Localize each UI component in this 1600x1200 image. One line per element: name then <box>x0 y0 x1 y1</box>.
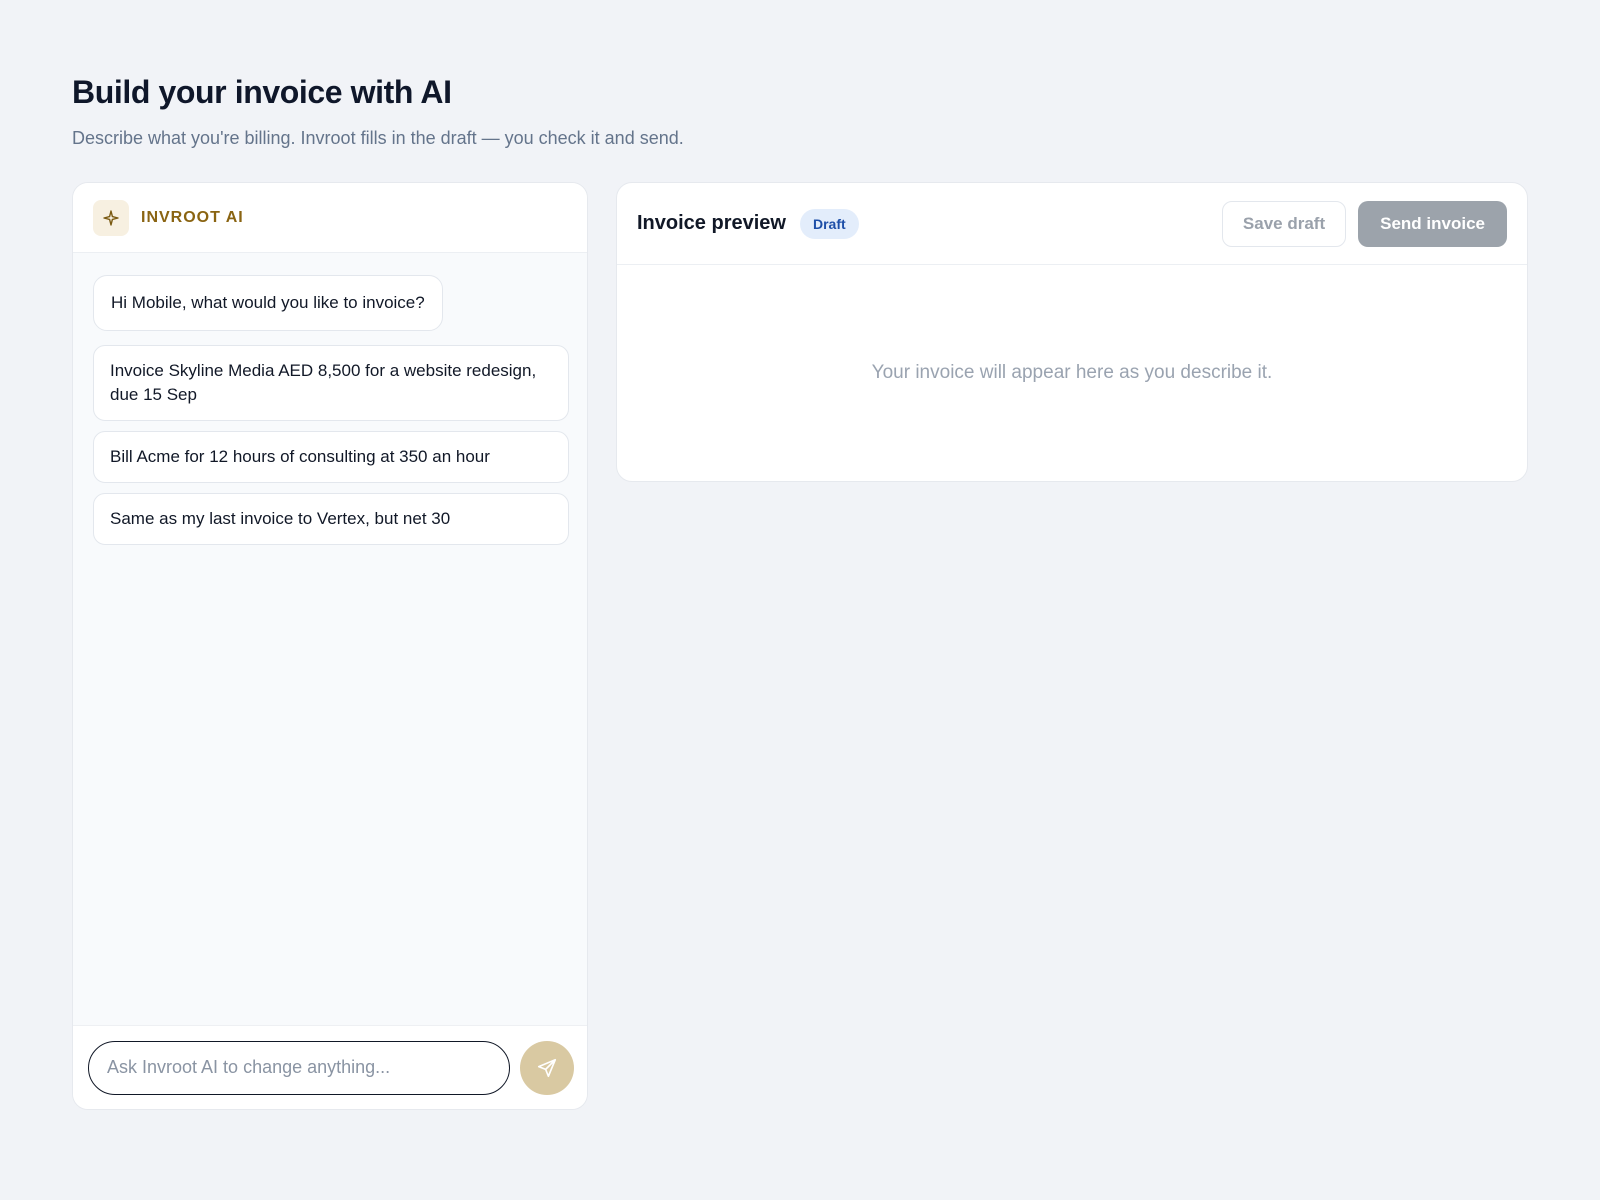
assistant-greeting: Hi Mobile, what would you like to invoic… <box>93 275 443 331</box>
suggestion-chip[interactable]: Bill Acme for 12 hours of consulting at … <box>93 431 569 483</box>
preview-title: Invoice preview <box>637 212 786 234</box>
empty-message: Your invoice will appear here as you des… <box>871 362 1273 383</box>
send-message-button[interactable] <box>520 1040 574 1095</box>
preview-empty-state: Your invoice will appear here as you des… <box>617 265 1527 481</box>
send-icon <box>536 1057 558 1079</box>
suggestion-chip[interactable]: Invoice Skyline Media AED 8,500 for a we… <box>93 345 569 421</box>
chat-composer <box>73 1025 587 1109</box>
status-badge: Draft <box>799 208 859 239</box>
save-draft-button[interactable]: Save draft <box>1221 200 1347 247</box>
page-title: Build your invoice with AI <box>72 74 452 110</box>
chat-header: INVROOT AI <box>73 183 587 253</box>
chat-messages: Hi Mobile, what would you like to invoic… <box>73 253 587 545</box>
page: Build your invoice with AI Describe what… <box>72 0 1528 1200</box>
send-invoice-button[interactable]: Send invoice <box>1358 200 1507 247</box>
suggestion-chip[interactable]: Same as my last invoice to Vertex, but n… <box>93 493 569 545</box>
chat-input[interactable] <box>88 1040 510 1095</box>
assistant-label: INVROOT AI <box>141 208 244 226</box>
sparkle-icon <box>93 199 129 236</box>
invoice-preview-panel: Invoice preview Draft Save draft Send in… <box>616 182 1528 482</box>
page-subtitle: Describe what you're billing. Invroot fi… <box>72 128 684 148</box>
preview-header: Invoice preview Draft Save draft Send in… <box>617 183 1527 265</box>
chat-panel: INVROOT AI Hi Mobile, what would you lik… <box>72 182 588 1110</box>
